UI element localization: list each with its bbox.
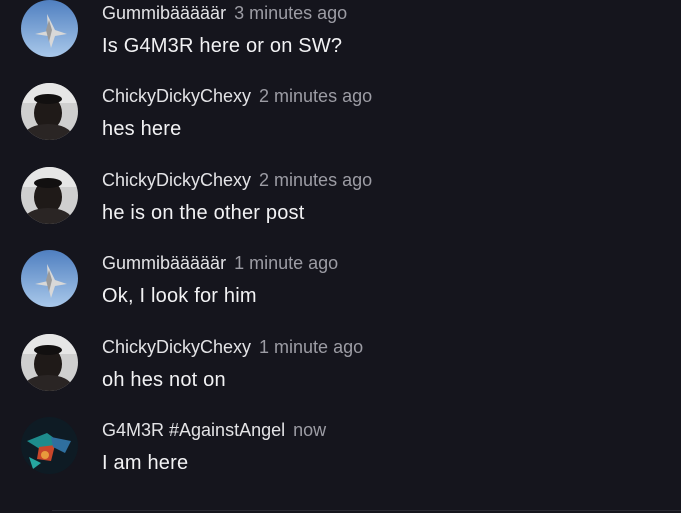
message-meta: Gummibääääär 1 minute ago [102, 252, 338, 274]
chat-message: ChickyDickyChexy 2 minutes ago hes here [0, 83, 681, 143]
neon-graphic-avatar-icon [21, 417, 78, 474]
author-name[interactable]: Gummibääääär [102, 253, 226, 273]
avatar[interactable] [21, 250, 78, 307]
timestamp: 1 minute ago [259, 337, 364, 357]
message-meta: ChickyDickyChexy 2 minutes ago [102, 85, 372, 107]
chat-message: ChickyDickyChexy 1 minute ago oh hes not … [0, 334, 681, 394]
avatar[interactable] [21, 0, 78, 57]
message-text: I am here [102, 452, 189, 474]
message-text: he is on the other post [102, 202, 305, 224]
message-text: Ok, I look for him [102, 285, 257, 307]
avatar[interactable] [21, 417, 78, 474]
message-meta: ChickyDickyChexy 1 minute ago [102, 336, 363, 358]
jet-sky-avatar-icon [21, 0, 78, 57]
avatar[interactable] [21, 167, 78, 224]
avatar[interactable] [21, 334, 78, 391]
author-name[interactable]: G4M3R #AgainstAngel [102, 420, 285, 440]
timestamp: 2 minutes ago [259, 86, 373, 106]
chat-message: G4M3R #AgainstAngel now I am here [0, 417, 681, 477]
avatar[interactable] [21, 83, 78, 140]
message-text: hes here [102, 118, 182, 140]
person-avatar-icon [21, 334, 78, 391]
message-text: oh hes not on [102, 369, 226, 391]
divider [52, 510, 681, 511]
chat-message: Gummibääääär 1 minute ago Ok, I look for … [0, 250, 681, 310]
message-text: Is G4M3R here or on SW? [102, 35, 343, 57]
person-avatar-icon [21, 167, 78, 224]
chat-message-list: Gummibääääär 3 minutes ago Is G4M3R here … [0, 0, 681, 513]
author-name[interactable]: ChickyDickyChexy [102, 86, 251, 106]
timestamp: 1 minute ago [234, 253, 339, 273]
chat-message: ChickyDickyChexy 2 minutes ago he is on t… [0, 167, 681, 227]
message-meta: ChickyDickyChexy 2 minutes ago [102, 169, 372, 191]
author-name[interactable]: ChickyDickyChexy [102, 170, 251, 190]
author-name[interactable]: Gummibääääär [102, 3, 226, 23]
timestamp: 2 minutes ago [259, 170, 373, 190]
chat-message: Gummibääääär 3 minutes ago Is G4M3R here … [0, 0, 681, 60]
timestamp: now [293, 420, 327, 440]
person-avatar-icon [21, 83, 78, 140]
timestamp: 3 minutes ago [234, 3, 348, 23]
jet-sky-avatar-icon [21, 250, 78, 307]
author-name[interactable]: ChickyDickyChexy [102, 337, 251, 357]
message-meta: Gummibääääär 3 minutes ago [102, 2, 347, 24]
message-meta: G4M3R #AgainstAngel now [102, 419, 326, 441]
